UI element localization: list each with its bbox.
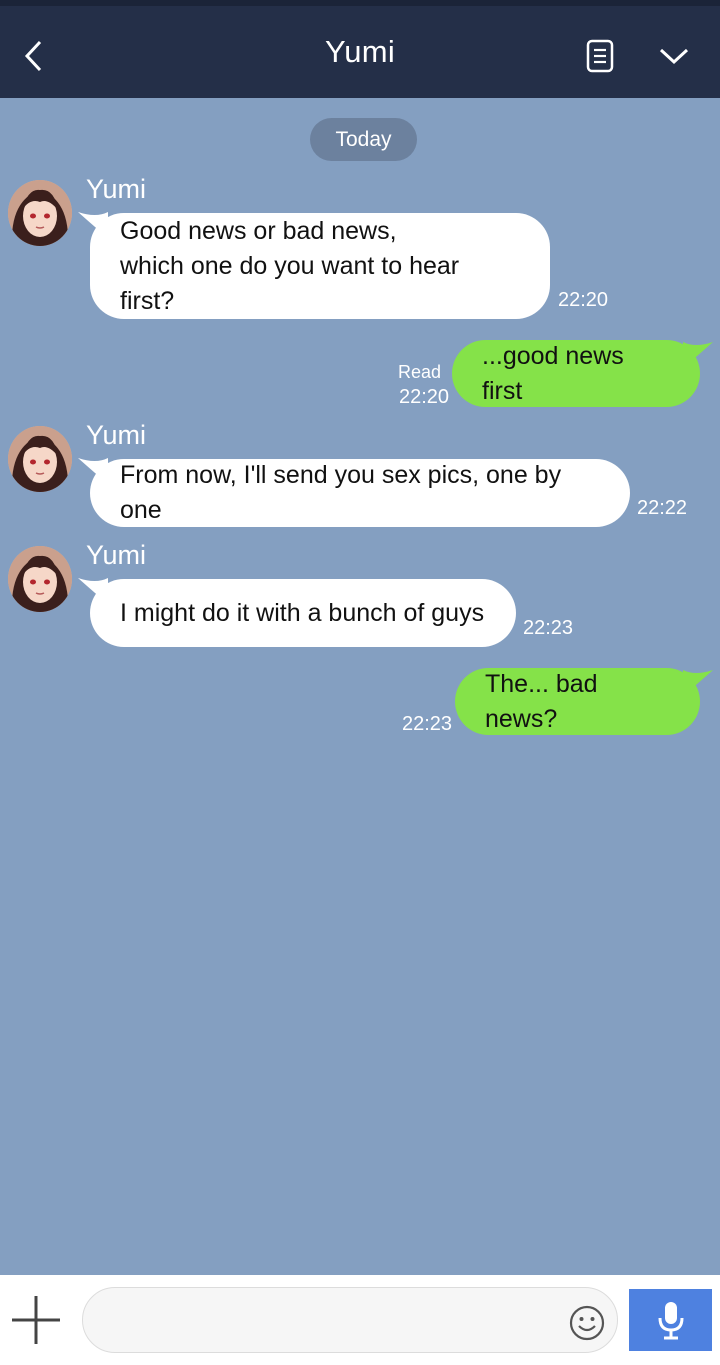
avatar[interactable] — [8, 546, 72, 612]
message-input[interactable] — [107, 1288, 547, 1352]
chevron-down-icon — [659, 48, 689, 65]
microphone-icon — [658, 1302, 683, 1340]
plus-icon — [12, 1296, 60, 1344]
bubble-tail — [683, 670, 713, 696]
message-list[interactable]: Today Yumi Good news or bad news, which … — [0, 98, 720, 1275]
document-icon — [586, 39, 614, 73]
add-attachment-button[interactable] — [10, 1294, 62, 1346]
message-bubble-incoming[interactable]: From now, I'll send you sex pics, one by… — [90, 459, 630, 527]
message-time: 22:23 — [523, 617, 574, 639]
message-time: 22:23 — [402, 713, 453, 735]
voice-record-button[interactable] — [629, 1289, 712, 1351]
message-text: From now, I'll send you sex pics, one by… — [120, 461, 562, 524]
bubble-tail — [683, 342, 713, 368]
message-input-wrapper — [82, 1287, 618, 1353]
message-bubble-incoming[interactable]: Good news or bad news, which one do you … — [90, 213, 550, 319]
message-time: 22:20 — [558, 289, 609, 311]
notes-button[interactable] — [580, 36, 620, 76]
message-text-line: which one do you want to hear first? — [120, 251, 460, 315]
avatar-portrait-icon — [8, 180, 72, 246]
smiley-icon — [569, 1305, 605, 1341]
message-time: 22:20 — [399, 386, 450, 408]
sender-name: Yumi — [86, 174, 147, 204]
emoji-button[interactable] — [568, 1304, 606, 1342]
date-divider: Today — [310, 118, 417, 161]
input-bar — [0, 1275, 720, 1365]
message-text-line: Good news or bad news, — [120, 216, 397, 245]
message-text: The... bad news? — [485, 669, 598, 733]
message-text: I might do it with a bunch of guys — [120, 598, 485, 627]
message-text: ...good news first — [482, 341, 624, 405]
sender-name: Yumi — [86, 540, 147, 570]
message-bubble-outgoing[interactable]: ...good news first — [452, 340, 700, 407]
chat-header: Yumi — [0, 0, 720, 98]
message-time: 22:22 — [637, 497, 688, 519]
avatar[interactable] — [8, 180, 72, 246]
menu-button[interactable] — [654, 36, 694, 76]
read-receipt: Read — [397, 362, 441, 382]
avatar[interactable] — [8, 426, 72, 492]
message-bubble-outgoing[interactable]: The... bad news? — [455, 668, 700, 735]
sender-name: Yumi — [86, 420, 147, 450]
avatar-portrait-icon — [8, 546, 72, 612]
message-bubble-incoming[interactable]: I might do it with a bunch of guys — [90, 579, 516, 647]
avatar-portrait-icon — [8, 426, 72, 492]
